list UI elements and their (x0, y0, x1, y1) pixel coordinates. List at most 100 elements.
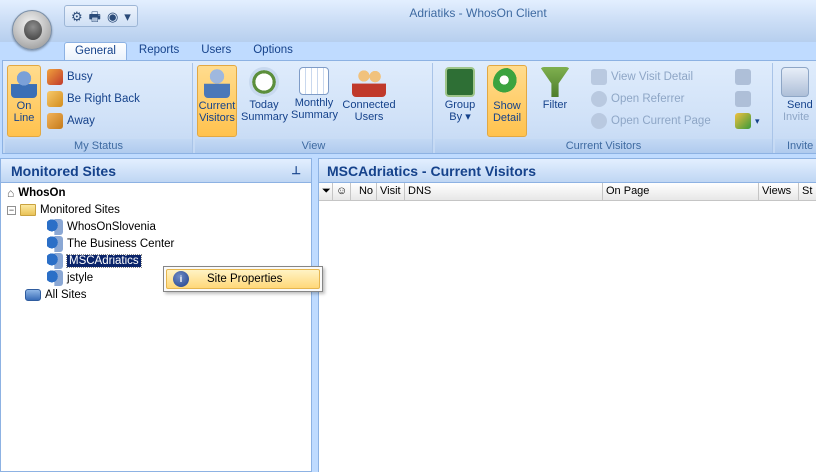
today-summary-label-1: Today (249, 99, 279, 111)
site-icon (47, 219, 63, 235)
be-right-back-button[interactable]: Be Right Back (47, 89, 140, 109)
column-on-page[interactable]: On Page (603, 183, 759, 201)
folder-icon (20, 204, 36, 216)
busy-button[interactable]: Busy (47, 67, 93, 87)
site-icon (47, 236, 63, 252)
on-line-label-1: On (16, 100, 32, 112)
open-current-page-button[interactable]: Open Current Page (591, 111, 711, 131)
open-current-page-label: Open Current Page (611, 115, 711, 127)
column-views[interactable]: Views (759, 183, 799, 201)
tree-node-monitored-sites[interactable]: − Monitored Sites (7, 202, 120, 218)
context-menu: i Site Properties (163, 266, 323, 292)
person-column-icon[interactable]: ☺ (333, 183, 351, 201)
visitor-action-3-button[interactable]: ▾ (735, 111, 760, 131)
magnifier-plus-icon (493, 68, 521, 98)
show-detail-label-1: Show (493, 100, 521, 112)
pane-title: Monitored Sites (11, 163, 117, 179)
filter-icon (540, 67, 570, 97)
send-invite-icon (781, 67, 809, 97)
show-detail-label-2: Detail (492, 112, 522, 124)
group-view: Current Visitors Today Summary Monthly S… (195, 63, 433, 153)
tab-options[interactable]: Options (243, 42, 303, 61)
current-visitors-label-1: Current (198, 100, 236, 112)
person-online-icon (11, 70, 37, 98)
home-icon: ⌂ (7, 186, 15, 200)
users-icon (352, 67, 386, 97)
today-summary-label-2: Summary (241, 111, 289, 123)
site-label: The Business Center (67, 238, 175, 250)
send-invite-button[interactable]: Send Invite (779, 65, 816, 123)
site-properties-label: Site Properties (207, 273, 283, 285)
current-visitors-header: MSCAdriatics - Current Visitors (319, 159, 816, 183)
site-label: WhosOnSlovenia (67, 221, 156, 233)
site-properties-menu-item[interactable]: i Site Properties (166, 269, 320, 289)
away-label: Away (67, 115, 95, 127)
office-menu-button[interactable] (12, 10, 52, 50)
tree-node-site[interactable]: WhosOnSlovenia (47, 219, 156, 235)
all-sites-label: All Sites (45, 289, 87, 301)
current-visitors-button[interactable]: Current Visitors (197, 65, 237, 137)
column-status[interactable]: St (799, 183, 816, 201)
chart-icon (299, 67, 329, 95)
group-label-invite: Invite (775, 139, 816, 153)
show-detail-button[interactable]: Show Detail (487, 65, 527, 137)
view-visit-detail-button[interactable]: View Visit Detail (591, 67, 693, 87)
group-label-my-status: My Status (5, 139, 192, 153)
filter-column-icon[interactable]: ⏷ (319, 183, 333, 201)
chevron-down-icon: ▾ (465, 111, 471, 123)
filter-label: Filter (542, 99, 568, 111)
open-referrer-label: Open Referrer (611, 93, 685, 105)
today-summary-button[interactable]: Today Summary (241, 65, 289, 123)
open-current-page-icon (591, 113, 607, 129)
column-visit[interactable]: Visit (377, 183, 405, 201)
monitored-sites-label: Monitored Sites (40, 204, 120, 216)
tree-node-site[interactable]: jstyle (47, 270, 93, 286)
current-visitors-label-2: Visitors (199, 112, 235, 124)
group-label-current-visitors: Current Visitors (435, 139, 772, 153)
site-label: jstyle (67, 272, 94, 284)
all-sites-icon (25, 289, 41, 301)
away-button[interactable]: Away (47, 111, 95, 131)
tab-general[interactable]: General (64, 42, 127, 61)
site-icon (47, 270, 63, 286)
monthly-summary-label-1: Monthly (294, 97, 334, 109)
site-label: MSCAdriatics (66, 254, 142, 268)
column-dns[interactable]: DNS (405, 183, 603, 201)
collapse-icon[interactable]: − (7, 205, 16, 215)
current-visitors-icon (204, 68, 230, 98)
monthly-summary-button[interactable]: Monthly Summary (291, 65, 338, 121)
ribbon-tabs: General Reports Users Options (64, 42, 303, 61)
on-line-button[interactable]: On Line (7, 65, 41, 137)
tab-users[interactable]: Users (191, 42, 241, 61)
person-icon (735, 69, 751, 85)
tree-node-site-selected[interactable]: MSCAdriatics (47, 253, 142, 269)
filter-button[interactable]: Filter (535, 65, 575, 111)
tree-node-all-sites[interactable]: All Sites (25, 287, 87, 303)
send-invite-label-2: Invite (783, 111, 810, 123)
connected-users-button[interactable]: Connected Users (341, 65, 397, 123)
group-my-status: On Line Busy Be Right Back Away My Statu… (5, 63, 193, 153)
group-label-view: View (195, 139, 432, 153)
column-no[interactable]: No (351, 183, 377, 201)
connected-users-label-1: Connected (342, 99, 396, 111)
monitored-sites-pane: Monitored Sites ⊥ ⌂ WhosOn − Monitored S… (0, 158, 312, 472)
open-referrer-button[interactable]: Open Referrer (591, 89, 685, 109)
view-visit-detail-label: View Visit Detail (611, 71, 694, 83)
key-icon (735, 113, 751, 129)
group-by-label-2: By (449, 111, 463, 123)
chevron-down-icon: ▾ (755, 115, 760, 126)
visitor-action-2-button[interactable] (735, 89, 751, 109)
pin-icon[interactable]: ⊥ (291, 164, 301, 177)
on-line-label-2: Line (13, 112, 35, 124)
site-icon (47, 253, 63, 269)
group-by-button[interactable]: Group By ▾ (441, 65, 479, 123)
visitor-action-1-button[interactable] (735, 67, 751, 87)
tree-node-whoson[interactable]: ⌂ WhosOn (7, 185, 66, 201)
group-by-icon (445, 67, 475, 97)
tree-node-site[interactable]: The Business Center (47, 236, 174, 252)
window-icon (735, 91, 751, 107)
tab-reports[interactable]: Reports (129, 42, 189, 61)
properties-icon: i (173, 271, 189, 287)
monitored-sites-header: Monitored Sites ⊥ (1, 159, 311, 183)
group-invite: Send Invite Invite (775, 63, 816, 153)
